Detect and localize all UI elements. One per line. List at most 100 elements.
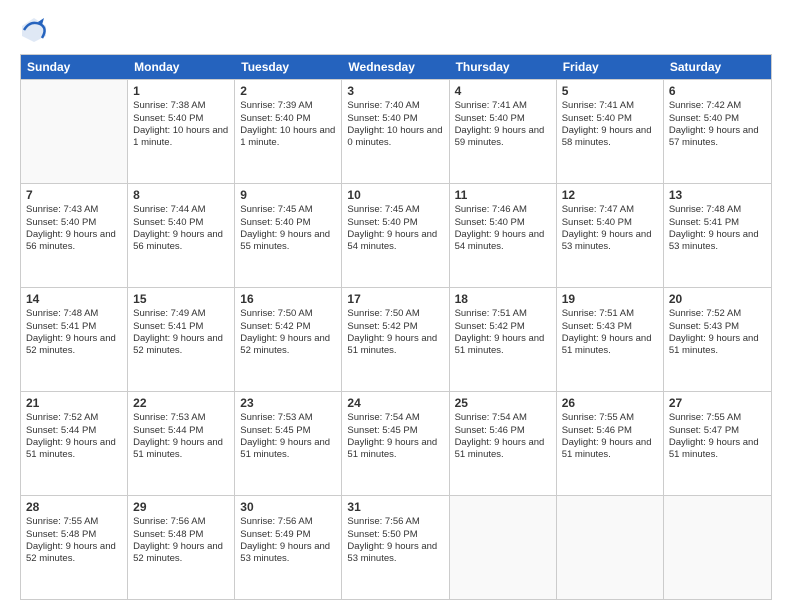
day-number: 11 — [455, 187, 551, 203]
calendar-body: 1Sunrise: 7:38 AM Sunset: 5:40 PM Daylig… — [21, 79, 771, 599]
day-cell-12: 12Sunrise: 7:47 AM Sunset: 5:40 PM Dayli… — [557, 184, 664, 287]
day-cell-14: 14Sunrise: 7:48 AM Sunset: 5:41 PM Dayli… — [21, 288, 128, 391]
calendar: SundayMondayTuesdayWednesdayThursdayFrid… — [20, 54, 772, 600]
day-number: 15 — [133, 291, 229, 307]
cell-info: Sunrise: 7:41 AM Sunset: 5:40 PM Dayligh… — [455, 100, 551, 149]
cell-info: Sunrise: 7:52 AM Sunset: 5:44 PM Dayligh… — [26, 412, 122, 461]
cell-info: Sunrise: 7:46 AM Sunset: 5:40 PM Dayligh… — [455, 204, 551, 253]
day-cell-3: 3Sunrise: 7:40 AM Sunset: 5:40 PM Daylig… — [342, 80, 449, 183]
day-number: 12 — [562, 187, 658, 203]
day-cell-25: 25Sunrise: 7:54 AM Sunset: 5:46 PM Dayli… — [450, 392, 557, 495]
week-row-5: 28Sunrise: 7:55 AM Sunset: 5:48 PM Dayli… — [21, 495, 771, 599]
header-day-thursday: Thursday — [450, 55, 557, 79]
cell-info: Sunrise: 7:50 AM Sunset: 5:42 PM Dayligh… — [240, 308, 336, 357]
cell-info: Sunrise: 7:53 AM Sunset: 5:44 PM Dayligh… — [133, 412, 229, 461]
cell-info: Sunrise: 7:43 AM Sunset: 5:40 PM Dayligh… — [26, 204, 122, 253]
day-cell-27: 27Sunrise: 7:55 AM Sunset: 5:47 PM Dayli… — [664, 392, 771, 495]
day-number: 26 — [562, 395, 658, 411]
day-cell-23: 23Sunrise: 7:53 AM Sunset: 5:45 PM Dayli… — [235, 392, 342, 495]
page: SundayMondayTuesdayWednesdayThursdayFrid… — [0, 0, 792, 612]
day-cell-9: 9Sunrise: 7:45 AM Sunset: 5:40 PM Daylig… — [235, 184, 342, 287]
empty-cell — [557, 496, 664, 599]
day-number: 25 — [455, 395, 551, 411]
day-number: 2 — [240, 83, 336, 99]
logo — [20, 16, 52, 44]
week-row-1: 1Sunrise: 7:38 AM Sunset: 5:40 PM Daylig… — [21, 79, 771, 183]
day-number: 16 — [240, 291, 336, 307]
cell-info: Sunrise: 7:45 AM Sunset: 5:40 PM Dayligh… — [240, 204, 336, 253]
logo-icon — [20, 16, 48, 44]
day-number: 7 — [26, 187, 122, 203]
cell-info: Sunrise: 7:55 AM Sunset: 5:48 PM Dayligh… — [26, 516, 122, 565]
day-cell-18: 18Sunrise: 7:51 AM Sunset: 5:42 PM Dayli… — [450, 288, 557, 391]
day-cell-20: 20Sunrise: 7:52 AM Sunset: 5:43 PM Dayli… — [664, 288, 771, 391]
day-cell-13: 13Sunrise: 7:48 AM Sunset: 5:41 PM Dayli… — [664, 184, 771, 287]
day-cell-10: 10Sunrise: 7:45 AM Sunset: 5:40 PM Dayli… — [342, 184, 449, 287]
empty-cell — [21, 80, 128, 183]
day-cell-8: 8Sunrise: 7:44 AM Sunset: 5:40 PM Daylig… — [128, 184, 235, 287]
day-number: 30 — [240, 499, 336, 515]
day-cell-16: 16Sunrise: 7:50 AM Sunset: 5:42 PM Dayli… — [235, 288, 342, 391]
cell-info: Sunrise: 7:55 AM Sunset: 5:47 PM Dayligh… — [669, 412, 766, 461]
cell-info: Sunrise: 7:44 AM Sunset: 5:40 PM Dayligh… — [133, 204, 229, 253]
cell-info: Sunrise: 7:41 AM Sunset: 5:40 PM Dayligh… — [562, 100, 658, 149]
day-cell-11: 11Sunrise: 7:46 AM Sunset: 5:40 PM Dayli… — [450, 184, 557, 287]
day-cell-15: 15Sunrise: 7:49 AM Sunset: 5:41 PM Dayli… — [128, 288, 235, 391]
day-number: 23 — [240, 395, 336, 411]
day-cell-24: 24Sunrise: 7:54 AM Sunset: 5:45 PM Dayli… — [342, 392, 449, 495]
cell-info: Sunrise: 7:47 AM Sunset: 5:40 PM Dayligh… — [562, 204, 658, 253]
day-number: 20 — [669, 291, 766, 307]
day-cell-2: 2Sunrise: 7:39 AM Sunset: 5:40 PM Daylig… — [235, 80, 342, 183]
cell-info: Sunrise: 7:53 AM Sunset: 5:45 PM Dayligh… — [240, 412, 336, 461]
day-number: 4 — [455, 83, 551, 99]
header-day-friday: Friday — [557, 55, 664, 79]
cell-info: Sunrise: 7:45 AM Sunset: 5:40 PM Dayligh… — [347, 204, 443, 253]
day-number: 14 — [26, 291, 122, 307]
day-number: 24 — [347, 395, 443, 411]
cell-info: Sunrise: 7:54 AM Sunset: 5:45 PM Dayligh… — [347, 412, 443, 461]
day-cell-31: 31Sunrise: 7:56 AM Sunset: 5:50 PM Dayli… — [342, 496, 449, 599]
cell-info: Sunrise: 7:48 AM Sunset: 5:41 PM Dayligh… — [669, 204, 766, 253]
cell-info: Sunrise: 7:38 AM Sunset: 5:40 PM Dayligh… — [133, 100, 229, 149]
day-number: 27 — [669, 395, 766, 411]
cell-info: Sunrise: 7:56 AM Sunset: 5:50 PM Dayligh… — [347, 516, 443, 565]
day-cell-17: 17Sunrise: 7:50 AM Sunset: 5:42 PM Dayli… — [342, 288, 449, 391]
week-row-4: 21Sunrise: 7:52 AM Sunset: 5:44 PM Dayli… — [21, 391, 771, 495]
day-cell-5: 5Sunrise: 7:41 AM Sunset: 5:40 PM Daylig… — [557, 80, 664, 183]
cell-info: Sunrise: 7:49 AM Sunset: 5:41 PM Dayligh… — [133, 308, 229, 357]
day-number: 3 — [347, 83, 443, 99]
cell-info: Sunrise: 7:54 AM Sunset: 5:46 PM Dayligh… — [455, 412, 551, 461]
day-number: 13 — [669, 187, 766, 203]
day-cell-22: 22Sunrise: 7:53 AM Sunset: 5:44 PM Dayli… — [128, 392, 235, 495]
cell-info: Sunrise: 7:56 AM Sunset: 5:49 PM Dayligh… — [240, 516, 336, 565]
cell-info: Sunrise: 7:48 AM Sunset: 5:41 PM Dayligh… — [26, 308, 122, 357]
day-number: 17 — [347, 291, 443, 307]
day-number: 28 — [26, 499, 122, 515]
header-day-tuesday: Tuesday — [235, 55, 342, 79]
day-number: 29 — [133, 499, 229, 515]
day-number: 21 — [26, 395, 122, 411]
header-day-saturday: Saturday — [664, 55, 771, 79]
day-number: 22 — [133, 395, 229, 411]
cell-info: Sunrise: 7:56 AM Sunset: 5:48 PM Dayligh… — [133, 516, 229, 565]
day-number: 9 — [240, 187, 336, 203]
empty-cell — [450, 496, 557, 599]
cell-info: Sunrise: 7:42 AM Sunset: 5:40 PM Dayligh… — [669, 100, 766, 149]
cell-info: Sunrise: 7:40 AM Sunset: 5:40 PM Dayligh… — [347, 100, 443, 149]
day-cell-6: 6Sunrise: 7:42 AM Sunset: 5:40 PM Daylig… — [664, 80, 771, 183]
day-number: 19 — [562, 291, 658, 307]
week-row-3: 14Sunrise: 7:48 AM Sunset: 5:41 PM Dayli… — [21, 287, 771, 391]
day-number: 1 — [133, 83, 229, 99]
day-cell-1: 1Sunrise: 7:38 AM Sunset: 5:40 PM Daylig… — [128, 80, 235, 183]
cell-info: Sunrise: 7:55 AM Sunset: 5:46 PM Dayligh… — [562, 412, 658, 461]
day-number: 6 — [669, 83, 766, 99]
cell-info: Sunrise: 7:50 AM Sunset: 5:42 PM Dayligh… — [347, 308, 443, 357]
week-row-2: 7Sunrise: 7:43 AM Sunset: 5:40 PM Daylig… — [21, 183, 771, 287]
day-number: 31 — [347, 499, 443, 515]
day-number: 10 — [347, 187, 443, 203]
cell-info: Sunrise: 7:52 AM Sunset: 5:43 PM Dayligh… — [669, 308, 766, 357]
calendar-header: SundayMondayTuesdayWednesdayThursdayFrid… — [21, 55, 771, 79]
cell-info: Sunrise: 7:51 AM Sunset: 5:42 PM Dayligh… — [455, 308, 551, 357]
cell-info: Sunrise: 7:51 AM Sunset: 5:43 PM Dayligh… — [562, 308, 658, 357]
day-cell-29: 29Sunrise: 7:56 AM Sunset: 5:48 PM Dayli… — [128, 496, 235, 599]
